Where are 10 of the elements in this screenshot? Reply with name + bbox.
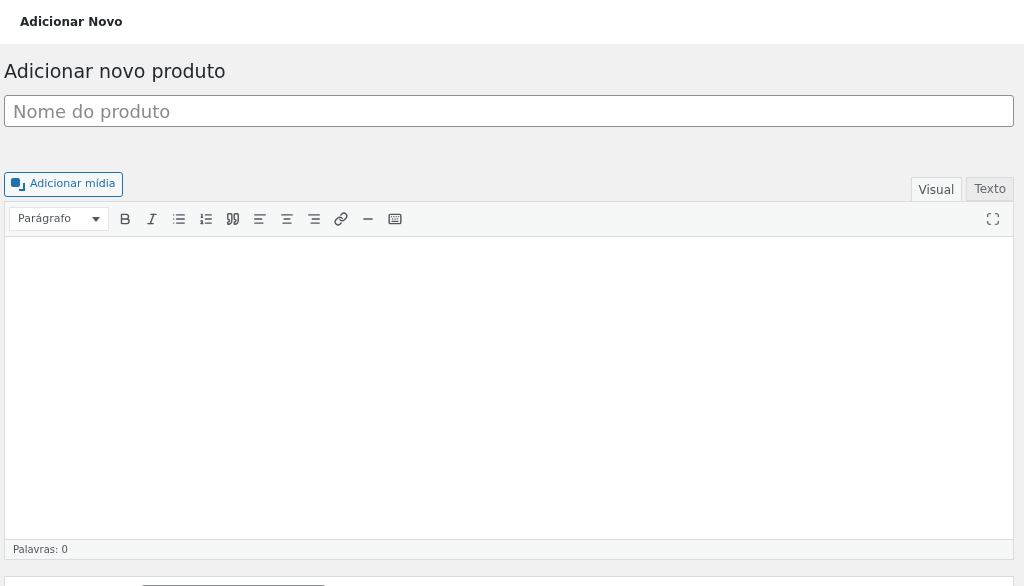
page-title: Adicionar novo produto [4, 59, 226, 84]
editor-tab[interactable]: Visual [910, 177, 963, 201]
product-name-field[interactable]: Nome do produto [4, 95, 1014, 127]
word-count: Palavras: 0 [13, 543, 68, 557]
header-title: Adicionar Novo [20, 14, 123, 31]
editor-tab[interactable]: Texto [966, 177, 1014, 201]
link-icon[interactable] [331, 209, 351, 229]
dropdown-caret-icon [92, 216, 100, 222]
add-media-button[interactable]: Adicionar mídia [4, 172, 123, 197]
format-select[interactable]: Parágrafo [9, 207, 109, 231]
